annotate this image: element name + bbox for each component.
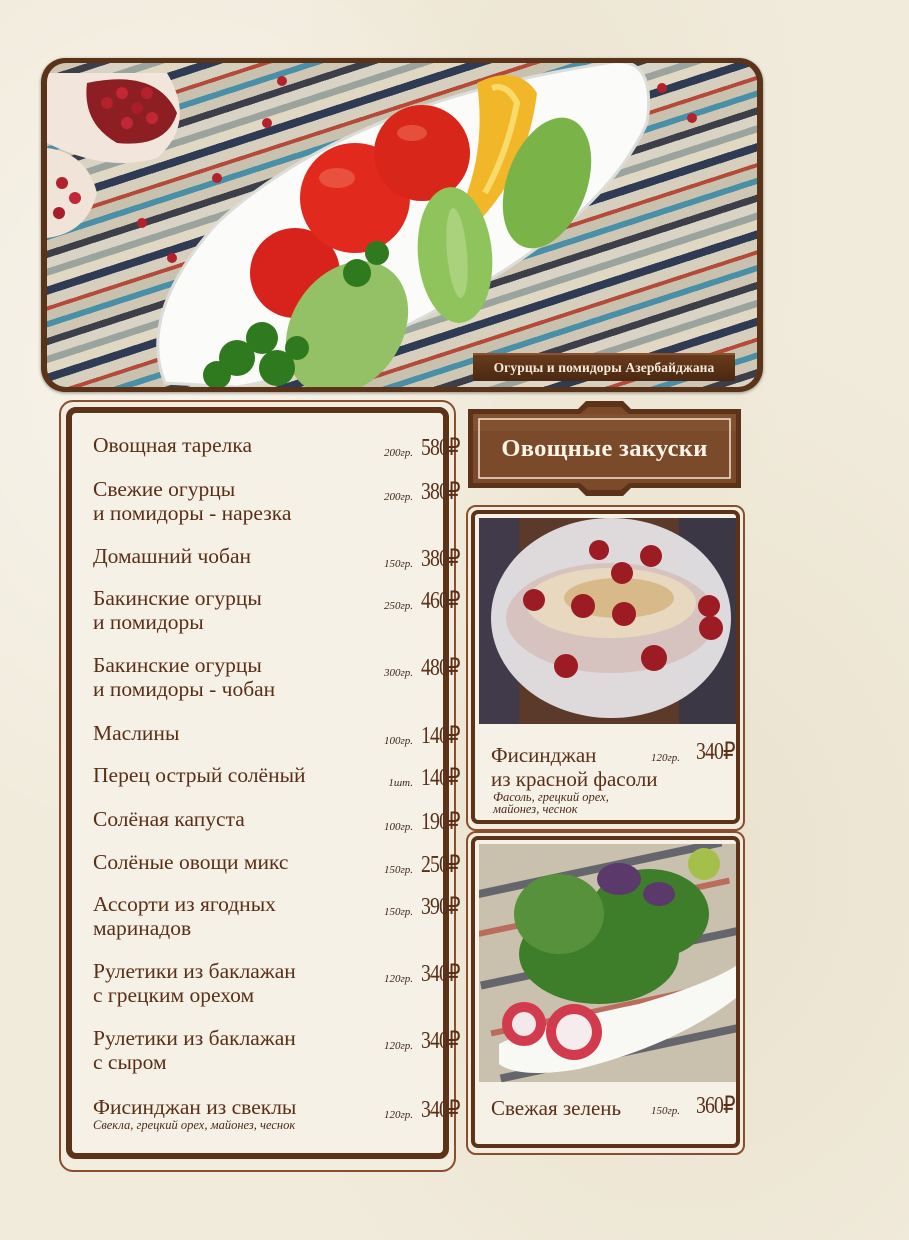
menu-item-weight: 120гр. <box>383 973 413 985</box>
menu-item-price: 340₽ <box>421 961 461 987</box>
menu-item-weight: 100гр. <box>383 821 413 833</box>
menu-item: Солёные овощи микс 150гр. 250₽ <box>93 850 461 878</box>
featured-dish-price: 360₽ <box>696 1093 736 1119</box>
featured-dish-price: 340₽ <box>696 739 736 765</box>
menu-item-price: 380₽ <box>421 546 461 572</box>
menu-item: Свежие огурцы и помидоры - нарезка 200гр… <box>93 477 461 525</box>
featured-card-inner: Свежая зелень 150гр. 360₽ <box>471 836 740 1148</box>
featured-card: Свежая зелень 150гр. 360₽ <box>466 831 745 1155</box>
hero-caption: Огурцы и помидоры Азербайджана <box>493 360 715 375</box>
menu-item: Рулетики из баклажан с грецким орехом 12… <box>93 959 461 1007</box>
menu-item-name: Рулетики из баклажан с сыром <box>93 1026 296 1074</box>
menu-item-weight: 150гр. <box>383 906 413 918</box>
menu-item: Фисинджан из свеклы Свекла, грецкий орех… <box>93 1095 461 1132</box>
hero-caption-plaque: Огурцы и помидоры Азербайджана <box>473 353 735 381</box>
menu-item-name: Солёная капуста <box>93 807 245 831</box>
menu-item-name: Маслины <box>93 721 180 745</box>
menu-item-price: 190₽ <box>421 809 461 835</box>
menu-item-weight: 200гр. <box>383 447 413 459</box>
hero-photo-frame: Огурцы и помидоры Азербайджана <box>41 58 763 392</box>
menu-item-price: 480₽ <box>421 655 461 681</box>
menu-item-name: Домашний чобан <box>93 544 252 568</box>
menu-item-price: 380₽ <box>421 479 461 505</box>
menu-item: Ассорти из ягодных маринадов 150гр. 390₽ <box>93 892 461 940</box>
menu-item-name: Рулетики из баклажан с грецким орехом <box>93 959 296 1007</box>
featured-card: Фисинджан из красной фасоли 120гр. 340₽ … <box>466 505 745 831</box>
menu-item-price: 460₽ <box>421 588 461 614</box>
menu-item: Рулетики из баклажан с сыром 120гр. 340₽ <box>93 1026 461 1074</box>
menu-item-weight: 250гр. <box>383 600 413 612</box>
featured-card-inner: Фисинджан из красной фасоли 120гр. 340₽ … <box>471 510 740 824</box>
menu-item-weight: 120гр. <box>383 1040 413 1052</box>
menu-item: Домашний чобан 150гр. 380₽ <box>93 544 461 572</box>
menu-item-price: 340₽ <box>421 1028 461 1054</box>
menu-item: Бакинские огурцы и помидоры - чобан 300г… <box>93 653 461 701</box>
menu-item-name: Бакинские огурцы и помидоры <box>93 586 262 634</box>
section-title: Овощные закуски <box>501 435 708 462</box>
menu-item-price: 140₽ <box>421 765 461 791</box>
menu-item-name: Бакинские огурцы и помидоры - чобан <box>93 653 276 701</box>
section-title-banner: Овощные закуски <box>468 401 741 496</box>
menu-item: Маслины 100гр. 140₽ <box>93 721 461 749</box>
menu-item-weight: 150гр. <box>383 864 413 876</box>
menu-item-name: Ассорти из ягодных маринадов <box>93 892 276 940</box>
menu-item-price: 390₽ <box>421 894 461 920</box>
featured-dish-description: Фасоль, грецкий орех, майонез, чеснок <box>493 790 609 816</box>
menu-item-weight: 120гр. <box>383 1109 413 1121</box>
featured-dish-name: Свежая зелень <box>491 1096 622 1120</box>
hero-photo: Огурцы и помидоры Азербайджана <box>47 63 757 387</box>
menu-item: Бакинские огурцы и помидоры 250гр. 460₽ <box>93 586 461 634</box>
menu-item: Овощная тарелка 200гр. 580₽ <box>93 433 461 461</box>
vegetable-platter-photo <box>47 63 697 387</box>
featured-dish-weight: 150гр. <box>651 1105 681 1117</box>
menu-item-name: Овощная тарелка <box>93 433 253 457</box>
menu-item-price: 250₽ <box>421 852 461 878</box>
menu-item-price: 140₽ <box>421 723 461 749</box>
menu-item-weight: 100гр. <box>383 735 413 747</box>
menu-item-weight: 150гр. <box>383 558 413 570</box>
fresh-herbs-photo <box>479 844 736 1082</box>
menu-item-price: 580₽ <box>421 435 461 461</box>
menu-card: Овощная тарелка 200гр. 580₽ Свежие огурц… <box>59 400 461 1172</box>
featured-dish-weight: 120гр. <box>651 752 681 764</box>
menu-item-weight: 300гр. <box>383 667 413 679</box>
menu-card-inner: Овощная тарелка 200гр. 580₽ Свежие огурц… <box>66 407 461 1159</box>
menu-item-weight: 200гр. <box>383 491 413 503</box>
menu-item-name: Перец острый солёный <box>93 763 306 787</box>
menu-item-weight: 1шт. <box>388 777 413 789</box>
menu-item-name: Солёные овощи микс <box>93 850 289 874</box>
featured-dish-name: Фисинджан из красной фасоли <box>491 743 658 791</box>
menu-item-name: Фисинджан из свеклы <box>93 1095 297 1119</box>
menu-item: Перец острый солёный 1шт. 140₽ <box>93 763 461 791</box>
bean-salad-photo <box>479 518 736 724</box>
menu-item-price: 340₽ <box>421 1097 461 1123</box>
menu-item: Солёная капуста 100гр. 190₽ <box>93 807 461 835</box>
menu-item-name: Свежие огурцы и помидоры - нарезка <box>93 477 292 525</box>
